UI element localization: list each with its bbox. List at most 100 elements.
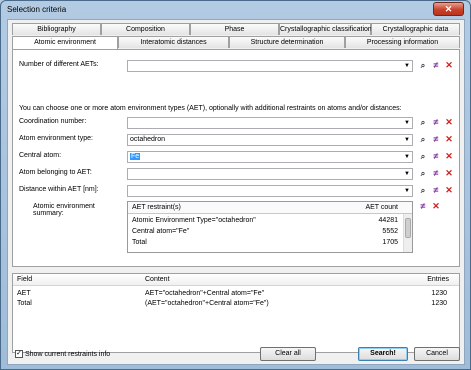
- results-row[interactable]: Total (AET="octahedron"+Central atom="Fe…: [13, 299, 459, 309]
- tab-bibliography[interactable]: Bibliography: [12, 23, 101, 35]
- atom-belonging-label: Atom belonging to AET:: [19, 169, 92, 176]
- tab-interatomic-distances[interactable]: Interatomic distances: [118, 36, 229, 48]
- not-equal-icon[interactable]: ≠: [431, 60, 441, 71]
- tab-row-2: Atomic environment Interatomic distances…: [12, 36, 460, 49]
- central-atom-label: Central atom:: [19, 152, 62, 159]
- results-grid: Field Content Entries AET AET="octahedro…: [12, 273, 460, 353]
- cancel-button[interactable]: Cancel: [414, 347, 460, 361]
- tab-processing-information[interactable]: Processing information: [345, 36, 460, 48]
- chevron-down-icon: ▼: [404, 171, 410, 177]
- delete-icon[interactable]: ✕: [444, 117, 454, 128]
- find-icon[interactable]: ⌕: [418, 168, 428, 179]
- summary-icons: ≠ ✕: [418, 201, 441, 212]
- tab-row-1: Bibliography Composition Phase Crystallo…: [12, 23, 460, 35]
- show-info-checkbox[interactable]: ✓ Show current restraints info: [15, 350, 110, 358]
- clear-all-button[interactable]: Clear all: [260, 347, 316, 361]
- results-row[interactable]: AET AET="octahedron"+Central atom="Fe" 1…: [13, 289, 459, 299]
- results-col-content: Content: [145, 276, 170, 283]
- tab-composition[interactable]: Composition: [101, 23, 190, 35]
- not-equal-icon[interactable]: ≠: [431, 151, 441, 162]
- dialog-client: Bibliography Composition Phase Crystallo…: [7, 19, 465, 365]
- tab-atomic-environment[interactable]: Atomic environment: [12, 36, 118, 49]
- results-entries: 1230: [431, 290, 447, 297]
- not-equal-icon[interactable]: ≠: [431, 117, 441, 128]
- window-title: Selection criteria: [7, 5, 67, 14]
- delete-icon[interactable]: ✕: [431, 201, 441, 212]
- atom-belonging-row: Atom belonging to AET: ▼ ⌕ ≠ ✕: [19, 168, 459, 180]
- search-button[interactable]: Search!: [358, 347, 408, 361]
- find-icon[interactable]: ⌕: [418, 151, 428, 162]
- results-content: (AET="octahedron"+Central atom="Fe"): [145, 300, 269, 307]
- coordination-row: Coordination number: ▼ ⌕ ≠ ✕: [19, 117, 459, 129]
- central-atom-value: Fe: [130, 153, 141, 160]
- central-atom-combo[interactable]: Fe ▼: [127, 151, 413, 163]
- summary-header: AET restraint(s) AET count: [128, 202, 412, 214]
- results-header: Field Content Entries: [13, 274, 459, 286]
- checkbox-box[interactable]: ✓: [15, 350, 23, 358]
- not-equal-icon[interactable]: ≠: [431, 168, 441, 179]
- num-aets-label: Number of different AETs:: [19, 61, 99, 68]
- distance-combo[interactable]: ▼: [127, 185, 413, 197]
- results-content: AET="octahedron"+Central atom="Fe": [145, 290, 265, 297]
- scrollbar-thumb[interactable]: [405, 218, 411, 238]
- find-icon[interactable]: ⌕: [418, 185, 428, 196]
- chevron-down-icon: ▼: [404, 154, 410, 160]
- num-aets-combo[interactable]: ▼: [127, 60, 413, 72]
- summary-label: Atomic environment summary:: [33, 203, 95, 217]
- summary-restraint: Atomic Environment Type="octahedron": [132, 217, 256, 224]
- summary-row[interactable]: Central atom="Fe" 5552: [128, 227, 412, 238]
- summary-col-count: AET count: [365, 204, 398, 211]
- close-icon: ✕: [444, 4, 453, 14]
- summary-scrollbar[interactable]: [403, 214, 412, 252]
- summary-row[interactable]: Atomic Environment Type="octahedron" 442…: [128, 216, 412, 227]
- chevron-down-icon: ▼: [404, 137, 410, 143]
- find-icon[interactable]: ⌕: [418, 60, 428, 71]
- results-field: Total: [17, 300, 32, 307]
- results-col-entries: Entries: [427, 276, 449, 283]
- aet-type-value: octahedron: [130, 136, 166, 143]
- delete-icon[interactable]: ✕: [444, 185, 454, 196]
- chevron-down-icon: ▼: [404, 63, 410, 69]
- aet-type-combo[interactable]: octahedron ▼: [127, 134, 413, 146]
- delete-icon[interactable]: ✕: [444, 168, 454, 179]
- delete-icon[interactable]: ✕: [444, 151, 454, 162]
- aet-info-text: You can choose one or more atom environm…: [19, 105, 402, 112]
- not-equal-icon[interactable]: ≠: [418, 201, 428, 212]
- distance-row: Distance within AET [nm]: ▼ ⌕ ≠ ✕: [19, 185, 459, 197]
- not-equal-icon[interactable]: ≠: [431, 134, 441, 145]
- chevron-down-icon: ▼: [404, 188, 410, 194]
- num-aets-row: Number of different AETs: ▼ ⌕ ≠ ✕: [19, 60, 459, 72]
- selection-criteria-window: Selection criteria ✕ Bibliography Compos…: [0, 0, 471, 370]
- summary-count: 1705: [382, 239, 398, 246]
- title-bar: Selection criteria ✕: [1, 1, 470, 19]
- summary-count: 5552: [382, 228, 398, 235]
- show-info-label: Show current restraints info: [25, 350, 111, 358]
- coordination-combo[interactable]: ▼: [127, 117, 413, 129]
- central-atom-row: Central atom: Fe ▼ ⌕ ≠ ✕: [19, 151, 459, 163]
- summary-restraint: Central atom="Fe": [132, 228, 190, 235]
- tab-structure-determination[interactable]: Structure determination: [229, 36, 345, 48]
- delete-icon[interactable]: ✕: [444, 134, 454, 145]
- coordination-label: Coordination number:: [19, 118, 87, 125]
- not-equal-icon[interactable]: ≠: [431, 185, 441, 196]
- aet-type-row: Atom environment type: octahedron ▼ ⌕ ≠ ✕: [19, 134, 459, 146]
- summary-count: 44281: [378, 217, 398, 224]
- tab-crystallographic-data[interactable]: Crystallographic data: [371, 23, 460, 35]
- find-icon[interactable]: ⌕: [418, 117, 428, 128]
- close-window-button[interactable]: ✕: [433, 2, 464, 16]
- distance-label: Distance within AET [nm]:: [19, 186, 99, 193]
- atomic-environment-panel: Number of different AETs: ▼ ⌕ ≠ ✕ You can …: [12, 49, 460, 267]
- summary-col-restraint: AET restraint(s): [132, 204, 181, 211]
- tab-phase[interactable]: Phase: [190, 23, 279, 35]
- aet-summary-table: AET restraint(s) AET count Atomic Enviro…: [127, 201, 413, 253]
- find-icon[interactable]: ⌕: [418, 134, 428, 145]
- chevron-down-icon: ▼: [404, 120, 410, 126]
- tab-crystallographic-classifications[interactable]: Crystallographic classifications: [279, 23, 375, 35]
- summary-restraint: Total: [132, 239, 147, 246]
- delete-icon[interactable]: ✕: [444, 60, 454, 71]
- aet-type-label: Atom environment type:: [19, 135, 93, 142]
- summary-row[interactable]: Total 1705: [128, 238, 412, 249]
- results-entries: 1230: [431, 300, 447, 307]
- results-field: AET: [17, 290, 31, 297]
- atom-belonging-combo[interactable]: ▼: [127, 168, 413, 180]
